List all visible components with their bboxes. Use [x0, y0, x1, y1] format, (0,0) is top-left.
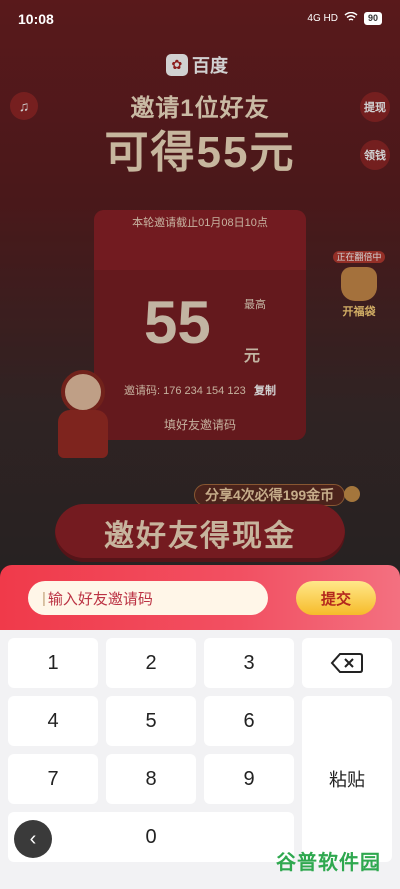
battery-icon: 90 [363, 12, 382, 25]
site-watermark: 谷普软件园 [276, 852, 381, 874]
text-caret: | [42, 589, 46, 607]
invite-code-placeholder: 输入好友邀请码 [47, 590, 153, 608]
key-2[interactable]: 2 [106, 638, 196, 688]
network-label: 4G HD [307, 13, 338, 24]
backspace-icon [330, 653, 363, 673]
invite-code-panel: | 输入好友邀请码 提交 [0, 565, 400, 630]
key-4[interactable]: 4 [8, 696, 98, 746]
key-1[interactable]: 1 [8, 638, 98, 688]
submit-button[interactable]: 提交 [296, 581, 376, 615]
promo-page: 10:08 4G HD 90 ✿ 百度 ♫ 提现 领钱 邀请1位好友 可得55元… [0, 0, 400, 575]
backspace-key[interactable] [302, 638, 392, 688]
invite-code-input[interactable]: | 输入好友邀请码 [28, 581, 268, 615]
key-3[interactable]: 3 [204, 638, 294, 688]
status-bar: 10:08 4G HD 90 [0, 0, 400, 40]
key-9[interactable]: 9 [204, 754, 294, 804]
wifi-icon [344, 11, 358, 25]
key-5[interactable]: 5 [106, 696, 196, 746]
status-icons: 4G HD 90 [307, 11, 382, 25]
key-8[interactable]: 8 [106, 754, 196, 804]
dim-overlay [0, 0, 400, 575]
chevron-left-icon[interactable]: ‹ [14, 820, 52, 858]
key-6[interactable]: 6 [204, 696, 294, 746]
paste-key[interactable]: 粘贴 [302, 696, 392, 862]
key-7[interactable]: 7 [8, 754, 98, 804]
status-time: 10:08 [18, 11, 54, 27]
